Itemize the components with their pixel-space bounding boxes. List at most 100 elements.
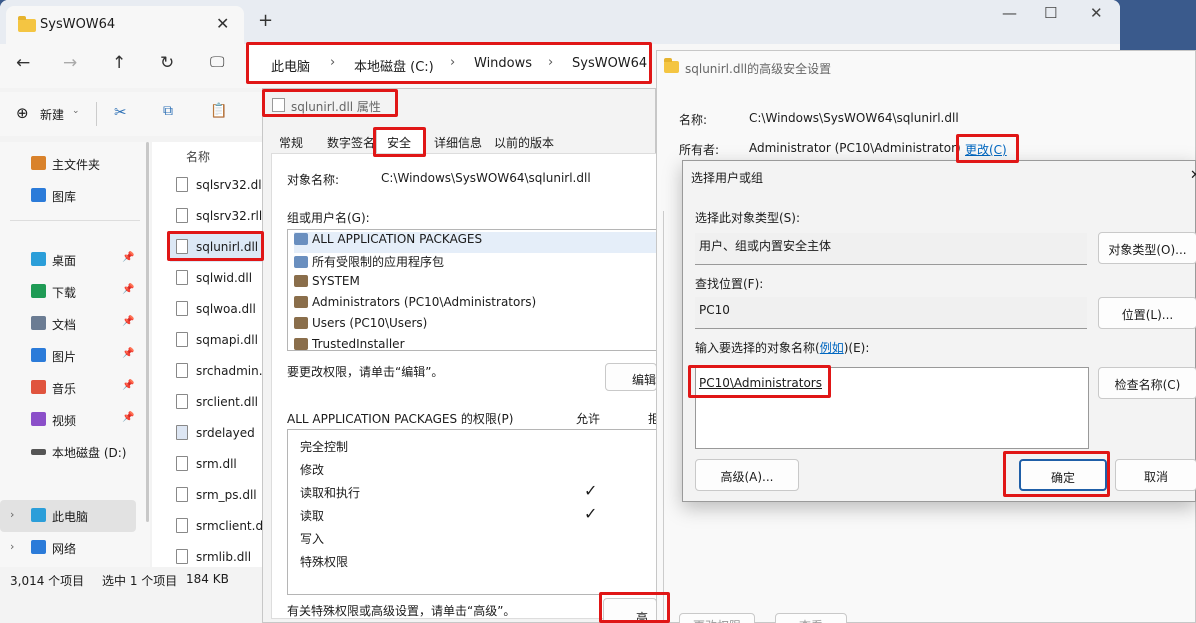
permission-read-execute: 读取和执行 <box>300 486 361 500</box>
download-icon <box>31 284 46 298</box>
locations-button[interactable]: 位置(L)... <box>1098 297 1196 329</box>
list-item[interactable]: srm_ps.dll <box>176 480 266 510</box>
list-item[interactable]: srclient.dll <box>176 387 266 417</box>
scrollbar[interactable] <box>146 142 149 522</box>
file-list: 名称 sqlsrv32.dll sqlsrv32.rll sqlunirl.dl… <box>152 142 270 567</box>
cancel-button[interactable]: 取消 <box>1115 459 1196 491</box>
up-icon[interactable]: ↑ <box>112 53 126 73</box>
tab-general[interactable]: 常规 <box>279 134 303 151</box>
examples-link[interactable]: 例如 <box>820 341 844 355</box>
pin-icon: 📌 <box>122 252 135 263</box>
chevron-down-icon[interactable]: ⌄ <box>72 106 80 116</box>
home-icon <box>31 156 46 170</box>
chevron-right-icon[interactable]: › <box>548 55 553 70</box>
sidebar-item-disk-d[interactable]: 本地磁盘 (D:) <box>0 436 140 468</box>
sidebar-item-gallery[interactable]: 图库 <box>0 180 140 212</box>
list-item[interactable]: srmclient.dll <box>176 511 270 541</box>
sidebar-item-music[interactable]: 音乐 📌 <box>0 372 140 404</box>
tab-security[interactable]: 安全 <box>387 134 411 151</box>
list-item-selected[interactable]: sqlunirl.dll <box>170 232 262 262</box>
list-item[interactable]: sqlsrv32.rll <box>176 201 266 231</box>
advanced-button[interactable]: 高级(A)... <box>695 459 799 491</box>
groups-list[interactable]: ALL APPLICATION PACKAGES 所有受限制的应用程序包 SYS… <box>287 229 657 351</box>
selected-size: 184 KB <box>186 572 229 586</box>
close-icon[interactable]: ✕ <box>1190 168 1196 183</box>
list-item[interactable]: srdelayed <box>176 418 266 448</box>
minimize-icon[interactable]: — <box>1002 4 1017 22</box>
sidebar-item-desktop[interactable]: 桌面 📌 <box>0 244 140 276</box>
column-header-name[interactable]: 名称 <box>186 148 210 165</box>
permission-special: 特殊权限 <box>300 555 349 569</box>
tab-previous-versions[interactable]: 以前的版本 <box>494 134 554 151</box>
object-names-input[interactable]: PC10\Administrators <box>695 367 1089 449</box>
computer-icon <box>31 508 46 522</box>
tab-digital-signatures[interactable]: 数字签名 <box>327 134 375 151</box>
list-item[interactable]: sqlwoa.dll <box>176 294 266 324</box>
list-item[interactable]: sqlwid.dll <box>176 263 266 293</box>
forward-icon[interactable]: → <box>63 53 77 73</box>
list-item[interactable]: SYSTEM <box>294 274 360 295</box>
back-icon[interactable]: ← <box>16 53 30 73</box>
check-names-button[interactable]: 检查名称(C) <box>1098 367 1196 399</box>
groups-label: 组或用户名(G): <box>287 211 370 225</box>
chevron-right-icon[interactable]: › <box>450 55 455 70</box>
file-icon <box>272 98 285 112</box>
chevron-right-icon[interactable]: › <box>10 540 14 553</box>
breadcrumb-this-pc[interactable]: 此电脑 <box>271 56 310 75</box>
close-icon[interactable]: ✕ <box>216 14 229 33</box>
view-button[interactable]: 查看 <box>775 613 847 623</box>
cut-icon[interactable]: ✂ <box>114 103 127 121</box>
paste-icon[interactable]: 📋 <box>210 103 227 119</box>
ok-button[interactable]: 确定 <box>1019 459 1107 491</box>
add-icon[interactable]: ⊕ <box>16 104 29 122</box>
sidebar-item-home[interactable]: 主文件夹 <box>0 148 140 180</box>
copy-icon[interactable]: ⧉ <box>163 103 173 119</box>
list-item[interactable]: 所有受限制的应用程序包 <box>294 253 444 274</box>
group-icon <box>294 256 308 268</box>
refresh-icon[interactable]: ↻ <box>160 53 174 73</box>
chevron-right-icon[interactable]: › <box>10 508 14 521</box>
breadcrumb-disk-c[interactable]: 本地磁盘 (C:) <box>354 56 434 75</box>
tab-details[interactable]: 详细信息 <box>434 134 482 151</box>
close-window-icon[interactable]: ✕ <box>1090 4 1103 22</box>
sidebar-item-this-pc[interactable]: › 此电脑 <box>0 500 136 532</box>
file-icon <box>176 332 188 347</box>
sidebar-item-documents[interactable]: 文档 📌 <box>0 308 140 340</box>
list-item[interactable]: Administrators (PC10\Administrators) <box>294 295 536 316</box>
user-icon <box>294 275 308 287</box>
edit-button[interactable]: 编辑 <box>605 363 657 391</box>
list-item[interactable]: TrustedInstaller <box>294 337 405 350</box>
list-item-selected[interactable]: ALL APPLICATION PACKAGES <box>294 232 656 253</box>
breadcrumb-windows[interactable]: Windows <box>474 56 532 71</box>
tab-syswow64[interactable]: SysWOW64 ✕ <box>6 6 244 44</box>
selected-count: 选中 1 个项目 <box>102 574 178 588</box>
checkmark-icon: ✓ <box>584 481 598 500</box>
file-icon <box>176 208 188 223</box>
advanced-button[interactable]: 高级 <box>603 598 657 623</box>
change-owner-link[interactable]: 更改(C) <box>965 141 1007 158</box>
chevron-right-icon[interactable]: › <box>330 55 335 70</box>
list-item[interactable]: srchadmin.d <box>176 356 270 386</box>
list-item[interactable]: sqmapi.dll <box>176 325 266 355</box>
object-types-button[interactable]: 对象类型(O)... <box>1098 232 1196 264</box>
list-item[interactable]: Users (PC10\Users) <box>294 316 427 337</box>
file-icon <box>176 394 188 409</box>
sidebar-item-pictures[interactable]: 图片 📌 <box>0 340 140 372</box>
sidebar-item-downloads[interactable]: 下载 📌 <box>0 276 140 308</box>
change-permissions-button[interactable]: 更改权限 <box>679 613 755 623</box>
desktop-icon <box>31 252 46 266</box>
new-tab-icon[interactable]: + <box>258 10 273 31</box>
owner-value: Administrator (PC10\Administrator) <box>749 141 961 155</box>
sidebar-item-videos[interactable]: 视频 📌 <box>0 404 140 436</box>
sidebar-item-network[interactable]: › 网络 <box>0 532 140 564</box>
address-bar[interactable]: 此电脑 › 本地磁盘 (C:) › Windows › SysWOW64 <box>247 44 650 82</box>
new-button[interactable]: 新建 <box>40 106 64 123</box>
computer-icon[interactable]: 🖵 <box>210 53 224 71</box>
list-item[interactable]: sqlsrv32.dll <box>176 170 266 200</box>
breadcrumb-syswow64[interactable]: SysWOW64 <box>572 56 647 71</box>
list-item[interactable]: srm.dll <box>176 449 266 479</box>
item-count: 3,014 个项目 <box>10 574 85 588</box>
maximize-icon[interactable]: ☐ <box>1044 4 1057 22</box>
object-names-value: PC10\Administrators <box>699 376 822 390</box>
pin-icon: 📌 <box>122 316 135 327</box>
